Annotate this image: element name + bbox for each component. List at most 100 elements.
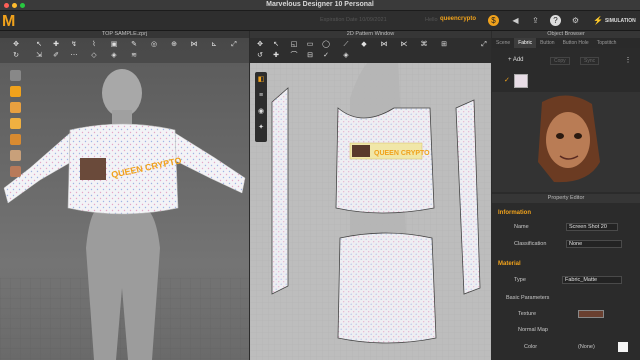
- app-title: Marvelous Designer 10 Personal: [266, 1, 374, 8]
- texture-tool-icon[interactable]: ◈: [110, 52, 118, 60]
- edit-curve-icon[interactable]: ↺: [256, 52, 264, 60]
- viewport-side-toolbar: [10, 70, 24, 180]
- segment-sew-icon[interactable]: ⋈: [380, 41, 388, 49]
- simulation-button[interactable]: ⚡ SIMULATION: [590, 15, 639, 27]
- texture-swatch[interactable]: [578, 310, 604, 318]
- zip-icon[interactable]: ⋈: [190, 41, 198, 49]
- fold-icon[interactable]: ↯: [70, 41, 78, 49]
- avatar-scene: QUEEN CRYPTO: [0, 69, 249, 360]
- arrange-icon[interactable]: ◇: [90, 52, 98, 60]
- rotate-icon[interactable]: ↻: [12, 52, 20, 60]
- color-label: Color: [524, 344, 538, 350]
- classification-select[interactable]: None: [566, 240, 622, 248]
- avatar-display-icon[interactable]: [10, 70, 21, 81]
- speaker-icon[interactable]: ◀: [510, 15, 521, 26]
- settings-icon[interactable]: ⚙: [570, 15, 581, 26]
- type-select[interactable]: Fabric_Matte: [562, 276, 622, 284]
- pin-icon[interactable]: ✚: [52, 41, 60, 49]
- texture-view-icon[interactable]: ◉: [257, 108, 265, 116]
- edit-point-icon[interactable]: ↖: [272, 41, 280, 49]
- property-editor-title: Property Editor: [492, 194, 640, 203]
- button-tool-icon[interactable]: ⊕: [170, 41, 178, 49]
- classification-label: Classification: [514, 241, 547, 247]
- clothing-display-icon[interactable]: [10, 134, 21, 145]
- measure-icon[interactable]: ⊾: [210, 41, 218, 49]
- ellipse-icon[interactable]: ◯: [322, 41, 330, 49]
- add-point-icon[interactable]: ✚: [272, 52, 280, 60]
- object-browser-title: Object Browser: [492, 31, 640, 38]
- basic-parameters-toggle[interactable]: Basic Parameters: [506, 295, 549, 301]
- avatar-head: [102, 69, 142, 117]
- preview-avatar: [492, 92, 640, 192]
- garment-icon[interactable]: ▣: [110, 41, 118, 49]
- sewing-check-icon[interactable]: ✓: [322, 52, 330, 60]
- help-icon[interactable]: ?: [550, 15, 561, 26]
- fabric-list: ✓: [500, 72, 640, 92]
- pattern-window-2d[interactable]: QUEEN CRYPTO: [250, 38, 491, 360]
- stitch-icon[interactable]: ⋯: [70, 52, 78, 60]
- brush-icon[interactable]: ✐: [52, 52, 60, 60]
- tab-button-hole[interactable]: Button Hole: [559, 38, 593, 48]
- expand-icon[interactable]: ⤢: [230, 41, 238, 49]
- material-section[interactable]: Material: [492, 259, 640, 269]
- color-swatch[interactable]: [618, 342, 628, 352]
- pattern-view-icon[interactable]: ◧: [257, 76, 265, 84]
- topstitch-icon[interactable]: ≋: [130, 52, 138, 60]
- fit-map-icon[interactable]: [10, 118, 21, 129]
- pattern-texture-text: QUEEN CRYPTO: [374, 150, 430, 157]
- grain-view-icon[interactable]: ✦: [257, 124, 265, 132]
- expiration-date: Expiration Date 10/09/2021: [320, 17, 387, 23]
- share-icon[interactable]: ⇪: [530, 15, 541, 26]
- offset-icon[interactable]: ⊟: [306, 52, 314, 60]
- stress-map-icon[interactable]: [10, 102, 21, 113]
- username[interactable]: queencrypto: [440, 16, 476, 22]
- trace-icon[interactable]: ⌘: [420, 41, 428, 49]
- expand-2d-icon[interactable]: ⤢: [480, 41, 488, 49]
- tab-fabric[interactable]: Fabric: [514, 38, 537, 48]
- user-greeting: Hello: [425, 17, 438, 23]
- window-3d-title: TOP SAMPLE.zprj: [0, 31, 249, 38]
- pen-icon[interactable]: ✎: [130, 41, 138, 49]
- toolbar-2d: ✥ ↖ ◱ ▭ ◯ ⟋ ◆ ⋈ ⋉ ⌘ ⊞ ⤢ ↺ ✚ ⌒ ⊟ ✓ ◈: [250, 38, 491, 63]
- type-label: Type: [514, 277, 526, 283]
- texture-photo: [80, 158, 106, 180]
- information-section[interactable]: Information: [492, 208, 640, 218]
- normal-map-label[interactable]: Normal Map: [518, 327, 548, 333]
- fold-2d-icon[interactable]: ⊞: [440, 41, 448, 49]
- fabric-selected-icon: ✓: [504, 77, 510, 84]
- fabric-swatch[interactable]: [514, 74, 528, 88]
- internal-line-icon[interactable]: ⟋: [342, 41, 350, 49]
- sew-icon[interactable]: ⌇: [90, 41, 98, 49]
- avatar-face-icon[interactable]: [10, 166, 21, 177]
- name-field[interactable]: Screen Shot 20: [566, 223, 618, 231]
- lightning-icon: ⚡: [593, 16, 603, 25]
- name-label: Name: [514, 224, 529, 230]
- texture-label[interactable]: Texture: [518, 311, 536, 317]
- tab-button[interactable]: Button: [536, 38, 558, 48]
- free-sew-icon[interactable]: ⋉: [400, 41, 408, 49]
- viewport-3d[interactable]: QUEEN CRYPTO: [0, 38, 249, 360]
- curve-point-icon[interactable]: ⌒: [290, 52, 298, 60]
- tab-topstitch[interactable]: Topstitch: [593, 38, 621, 48]
- scale-icon[interactable]: ⇲: [35, 52, 43, 60]
- rectangle-icon[interactable]: ▭: [306, 41, 314, 49]
- polygon-icon[interactable]: ◱: [290, 41, 298, 49]
- add-fabric-button[interactable]: + Add: [508, 57, 524, 63]
- fabric-preview: [492, 92, 640, 192]
- sync-button[interactable]: Sync: [580, 57, 600, 65]
- texture-display-icon[interactable]: [10, 86, 21, 97]
- tab-scene[interactable]: Scene: [492, 38, 514, 48]
- title-bar: Marvelous Designer 10 Personal: [0, 0, 640, 11]
- coin-icon[interactable]: $: [488, 15, 499, 26]
- tape-icon[interactable]: ◎: [150, 41, 158, 49]
- move-icon[interactable]: ↖: [35, 41, 43, 49]
- select-icon[interactable]: ✥: [12, 41, 20, 49]
- avatar-skin-icon[interactable]: [10, 150, 21, 161]
- transform-icon[interactable]: ✥: [256, 41, 264, 49]
- texture-2d-icon[interactable]: ◈: [342, 52, 350, 60]
- sewing-view-icon[interactable]: ≡: [257, 92, 265, 100]
- menu-icon[interactable]: ⋮: [624, 57, 632, 65]
- copy-button[interactable]: Copy: [550, 57, 570, 65]
- dart-icon[interactable]: ◆: [360, 41, 368, 49]
- front-top-pattern: [335, 107, 435, 214]
